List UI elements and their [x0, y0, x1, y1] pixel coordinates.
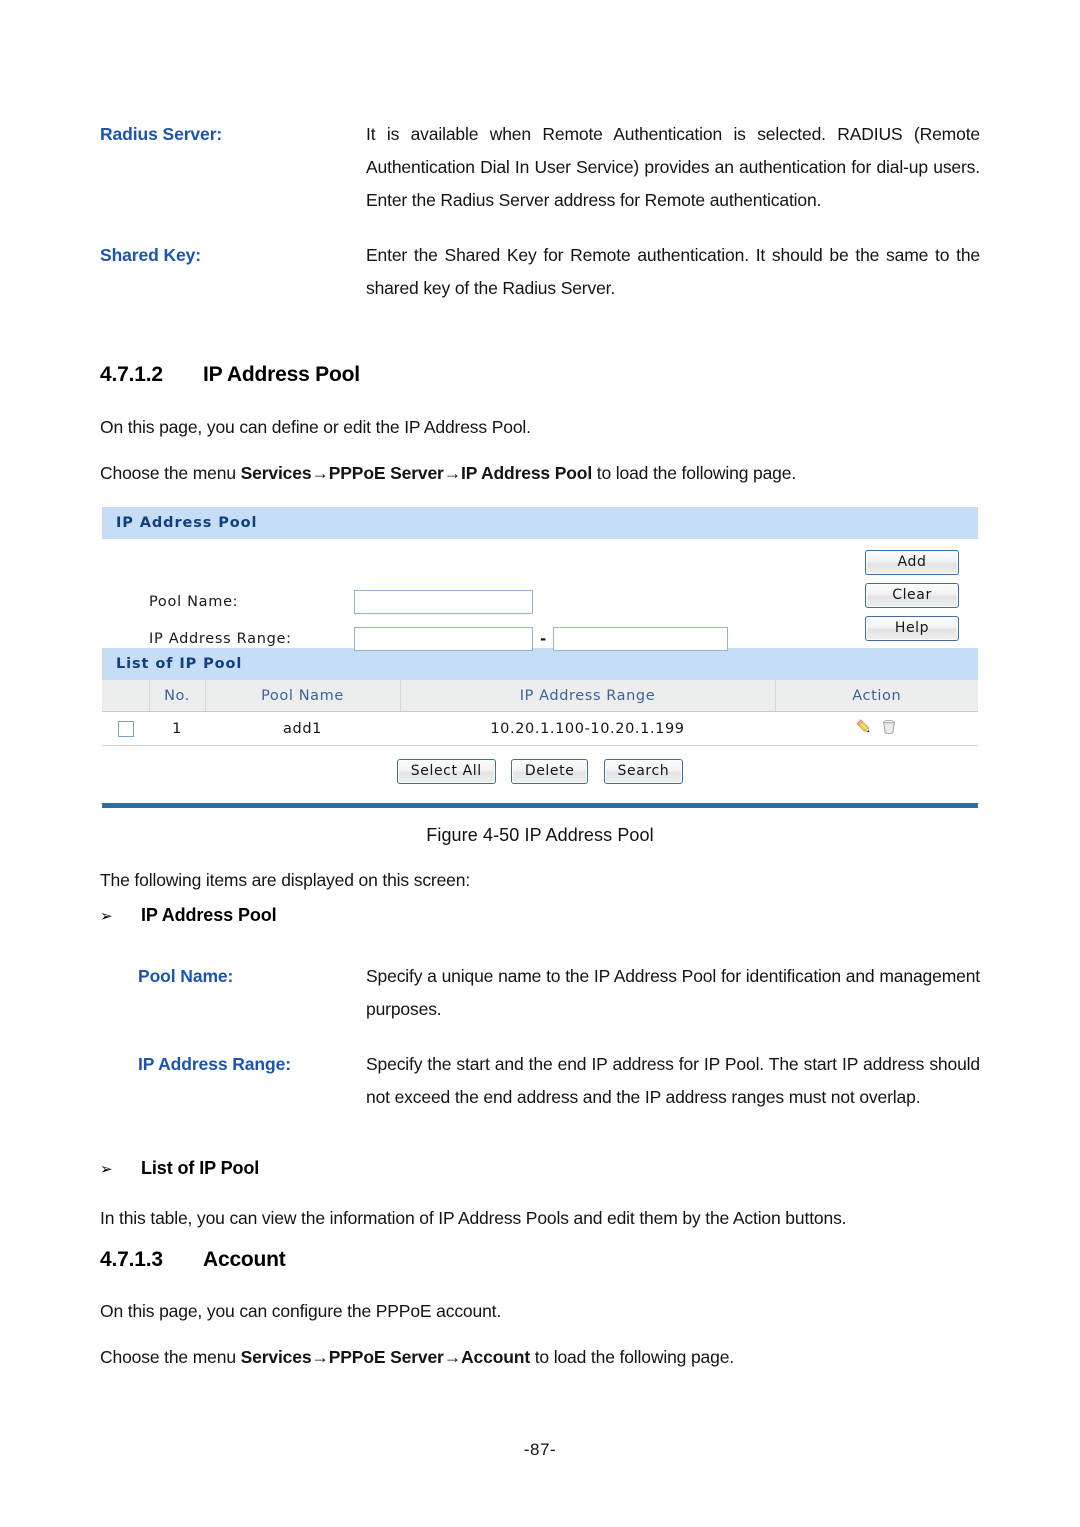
delete-button[interactable]: Delete — [510, 759, 589, 784]
pool-name-input[interactable] — [354, 590, 533, 614]
definition-description: Specify a unique name to the IP Address … — [366, 966, 980, 1019]
definition-term: IP Address Range: — [138, 1054, 291, 1074]
row-ip-address-range: 10.20.1.100-10.20.1.199 — [400, 711, 775, 746]
ip-address-range-label: IP Address Range: — [149, 631, 292, 647]
definition-description: Enter the Shared Key for Remote authenti… — [366, 245, 980, 298]
ip-range-start-input[interactable] — [354, 627, 533, 651]
section-title: Account — [203, 1248, 286, 1271]
ip-address-pool-form: Pool Name: IP Address Range: - Add Clear… — [102, 539, 978, 651]
range-separator-dash: - — [540, 630, 547, 648]
bullet-arrow-icon: ➢ — [100, 1161, 113, 1178]
select-all-button[interactable]: Select All — [396, 759, 496, 784]
section-heading-ip-address-pool: 4.7.1.2 IP Address Pool — [100, 363, 980, 387]
ip-range-end-input[interactable] — [553, 627, 728, 651]
menu-prefix: Choose the menu — [100, 1347, 241, 1367]
edit-pencil-icon[interactable] — [855, 718, 873, 736]
figure-caption: Figure 4-50 IP Address Pool — [426, 825, 654, 845]
definition-term: Shared Key: — [100, 245, 202, 265]
bullet-arrow-icon: ➢ — [100, 908, 113, 925]
bullet-label: IP Address Pool — [141, 905, 277, 925]
router-ui-screenshot: IP Address Pool Pool Name: IP Address Ra… — [102, 507, 978, 808]
definition-description: Specify the start and the end IP address… — [366, 1054, 980, 1107]
clear-button[interactable]: Clear — [865, 583, 959, 608]
column-header-action: Action — [775, 680, 978, 712]
section-number: 4.7.1.2 — [100, 363, 163, 386]
panel-bottom-rule — [102, 803, 978, 808]
menu-prefix: Choose the menu — [100, 463, 241, 483]
row-action-cell — [775, 711, 978, 746]
bullet-ip-address-pool: ➢ IP Address Pool — [100, 905, 980, 926]
definitions-top: Radius Server: It is available when Remo… — [100, 118, 980, 305]
definition-ip-address-range: IP Address Range: Specify the start and … — [100, 1048, 980, 1114]
row-checkbox-cell — [102, 711, 149, 746]
definition-term: Radius Server: — [100, 124, 223, 144]
section-account-intro: On this page, you can configure the PPPo… — [100, 1301, 502, 1321]
column-header-ip-address-range: IP Address Range — [400, 680, 776, 712]
column-header-pool-name: Pool Name — [205, 680, 401, 712]
row-checkbox[interactable] — [117, 720, 134, 737]
section-number: 4.7.1.3 — [100, 1248, 163, 1271]
section-pool-intro: On this page, you can define or edit the… — [100, 417, 531, 437]
section-pool-menu-path: Choose the menu Services→PPPoE Server→IP… — [100, 458, 980, 488]
help-button[interactable]: Help — [865, 616, 959, 641]
section-heading-account: 4.7.1.3 Account — [100, 1248, 980, 1272]
ip-pool-table: No. Pool Name IP Address Range Action 1 … — [102, 680, 978, 746]
section-title: IP Address Pool — [203, 363, 360, 386]
section-account-menu-path: Choose the menu Services→PPPoE Server→Ac… — [100, 1342, 980, 1372]
definition-shared-key: Shared Key: Enter the Shared Key for Rem… — [100, 239, 980, 305]
definitions-pool: Pool Name: Specify a unique name to the … — [100, 960, 980, 1114]
pool-name-label: Pool Name: — [149, 594, 239, 610]
table-header-row: No. Pool Name IP Address Range Action — [102, 680, 978, 712]
following-items-line: The following items are displayed on thi… — [100, 870, 471, 890]
delete-trash-icon[interactable] — [880, 718, 898, 736]
search-button[interactable]: Search — [603, 759, 684, 784]
table-row: 1 add1 10.20.1.100-10.20.1.199 — [102, 711, 978, 746]
definition-pool-name: Pool Name: Specify a unique name to the … — [100, 960, 980, 1026]
definition-description: It is available when Remote Authenticati… — [366, 124, 980, 210]
definition-term: Pool Name: — [138, 966, 234, 986]
document-page: Radius Server: It is available when Remo… — [0, 0, 1080, 1527]
page-number: -87- — [523, 1440, 557, 1459]
bullet-list-of-ip-pool: ➢ List of IP Pool — [100, 1158, 980, 1179]
definition-radius-server: Radius Server: It is available when Remo… — [100, 118, 980, 217]
menu-suffix: to load the following page. — [530, 1347, 735, 1367]
column-header-no: No. — [149, 680, 206, 712]
table-action-buttons: Select All Delete Search — [102, 746, 978, 801]
ui-panel-header-ip-address-pool: IP Address Pool — [102, 507, 978, 539]
row-no: 1 — [149, 711, 205, 746]
ip-address-range-row: IP Address Range: - — [103, 624, 978, 654]
menu-path: Services→PPPoE Server→Account — [240, 1347, 531, 1367]
form-button-column: Add Clear Help — [865, 550, 959, 649]
menu-suffix: to load the following page. — [592, 463, 797, 483]
bullet-label: List of IP Pool — [141, 1158, 260, 1178]
pool-name-row: Pool Name: — [103, 587, 978, 617]
column-header-checkbox — [102, 680, 150, 712]
menu-path: Services→PPPoE Server→IP Address Pool — [240, 463, 593, 483]
add-button[interactable]: Add — [865, 550, 959, 575]
list-of-ip-pool-note: In this table, you can view the informat… — [100, 1208, 847, 1228]
row-pool-name: add1 — [205, 711, 400, 746]
